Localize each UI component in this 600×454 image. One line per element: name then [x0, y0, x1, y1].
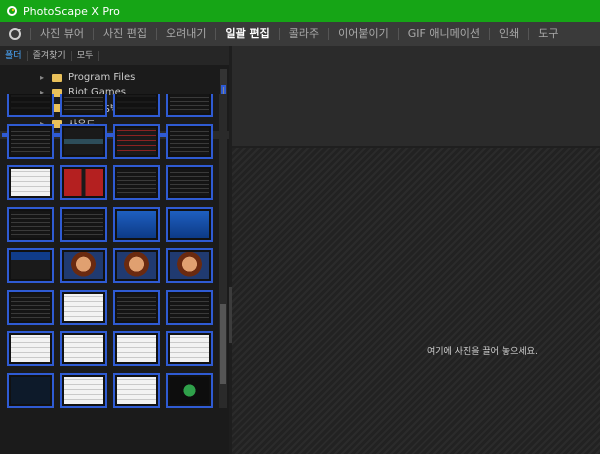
photo-thumbnail[interactable]	[60, 289, 107, 325]
photo-thumbnail[interactable]	[7, 94, 54, 117]
thumbnail-image	[11, 169, 50, 196]
thumbnail-image	[64, 94, 103, 113]
thumbnail-image	[11, 335, 50, 362]
thumbnail-image	[11, 127, 50, 155]
tab-collage[interactable]: 콜라주	[278, 28, 328, 40]
tree-item-label: Program Files	[68, 72, 136, 83]
thumbnail-image	[170, 210, 209, 238]
photo-thumbnail[interactable]	[166, 289, 213, 325]
photo-thumbnail[interactable]	[7, 248, 54, 283]
photo-thumbnail[interactable]	[113, 165, 160, 200]
photo-thumbnail[interactable]	[166, 331, 213, 366]
thumbnail-image	[117, 127, 156, 155]
thumbnail-image	[170, 94, 209, 113]
thumbnail-image	[170, 127, 209, 155]
photo-thumbnail[interactable]	[60, 248, 107, 283]
title-bar: PhotoScape X Pro	[0, 0, 600, 22]
thumbnail-image	[117, 376, 156, 404]
photo-thumbnail[interactable]	[113, 372, 160, 408]
photo-thumbnail[interactable]	[113, 248, 160, 283]
thumbnail-image	[64, 127, 103, 155]
photo-thumbnail[interactable]	[60, 94, 107, 117]
thumbnail-image	[170, 169, 209, 196]
tab-print[interactable]: 인쇄	[488, 28, 528, 40]
photo-thumbnail[interactable]	[7, 331, 54, 366]
thumbnail-image	[170, 376, 209, 404]
main-menu: 사진 뷰어 사진 편집 오려내기 일괄 편집 콜라주 이어붙이기 GIF 애니메…	[0, 22, 600, 46]
photo-thumbnail[interactable]	[7, 123, 54, 159]
tab-photo-viewer[interactable]: 사진 뷰어	[30, 28, 93, 40]
subtab-favorites[interactable]: 즐겨찾기	[28, 50, 72, 61]
photo-thumbnail[interactable]	[7, 206, 54, 242]
photo-thumbnail[interactable]	[113, 289, 160, 325]
tree-item-program-files[interactable]: ▸ Program Files	[40, 70, 135, 85]
photo-thumbnail[interactable]	[166, 248, 213, 283]
photo-thumbnail[interactable]	[7, 372, 54, 408]
photo-thumbnail[interactable]	[166, 372, 213, 408]
thumbnail-image	[64, 210, 103, 238]
photo-thumbnail[interactable]	[60, 331, 107, 366]
tab-tools[interactable]: 도구	[528, 28, 567, 40]
photo-thumbnail[interactable]	[60, 206, 107, 242]
photo-thumbnail[interactable]	[166, 165, 213, 200]
thumbnail-grid-area	[0, 94, 229, 408]
thumbnail-image	[117, 252, 156, 279]
photo-thumbnail[interactable]	[166, 94, 213, 117]
thumbnail-image	[11, 210, 50, 238]
drop-message: 여기에 사진을 끌어 놓으세요.	[427, 347, 538, 357]
photo-thumbnail[interactable]	[60, 165, 107, 200]
thumbnail-image	[64, 293, 103, 321]
photo-thumbnail[interactable]	[60, 372, 107, 408]
thumbnail-image	[64, 252, 103, 279]
photo-thumbnail[interactable]	[113, 331, 160, 366]
photo-thumbnail[interactable]	[166, 123, 213, 159]
tab-combine[interactable]: 이어붙이기	[328, 28, 398, 40]
app-logo-icon	[7, 6, 17, 16]
window-title: PhotoScape X Pro	[23, 4, 120, 18]
thumbnail-image	[170, 335, 209, 362]
thumbnail-image	[64, 169, 103, 196]
thumbnail-image	[11, 293, 50, 321]
photo-thumbnail[interactable]	[113, 206, 160, 242]
tab-photo-editor[interactable]: 사진 편집	[92, 28, 156, 40]
thumbnail-image	[117, 210, 156, 238]
home-button[interactable]	[0, 22, 30, 46]
thumbnail-image	[170, 252, 209, 279]
thumbnail-image	[117, 94, 156, 113]
thumbnail-image	[11, 376, 50, 404]
subtab-all[interactable]: 모두	[72, 50, 100, 61]
thumbnail-image	[11, 94, 50, 113]
photo-thumbnail[interactable]	[7, 165, 54, 200]
photo-thumbnail[interactable]	[60, 123, 107, 159]
folder-icon	[52, 73, 62, 82]
photo-thumbnail[interactable]	[113, 94, 160, 117]
tab-batch[interactable]: 일괄 편집	[215, 28, 278, 40]
thumbnail-image	[117, 169, 156, 196]
tab-cut-out[interactable]: 오려내기	[155, 28, 215, 40]
tab-gif-animation[interactable]: GIF 애니메이션	[397, 28, 489, 40]
browser-subtabs: 폴더 즐겨찾기 모두	[0, 46, 229, 65]
thumbnail-image	[64, 335, 103, 362]
batch-workspace: 여기에 사진을 끌어 놓으세요.	[232, 46, 600, 454]
photo-thumbnail[interactable]	[113, 123, 160, 159]
thumbnail-image	[170, 293, 209, 321]
refresh-circle-icon	[9, 28, 21, 40]
thumbnail-scrollbar[interactable]	[219, 94, 227, 408]
thumbnail-image	[117, 335, 156, 362]
expand-arrow-icon[interactable]: ▸	[40, 73, 52, 82]
thumbnail-image	[117, 293, 156, 321]
photo-drop-area[interactable]: 여기에 사진을 끌어 놓으세요.	[232, 148, 600, 454]
photo-thumbnail[interactable]	[166, 206, 213, 242]
preview-strip	[232, 46, 600, 146]
photo-thumbnail[interactable]	[7, 289, 54, 325]
thumbnail-image	[64, 376, 103, 404]
subtab-folders[interactable]: 폴더	[0, 50, 28, 61]
thumbnail-image	[11, 252, 50, 279]
